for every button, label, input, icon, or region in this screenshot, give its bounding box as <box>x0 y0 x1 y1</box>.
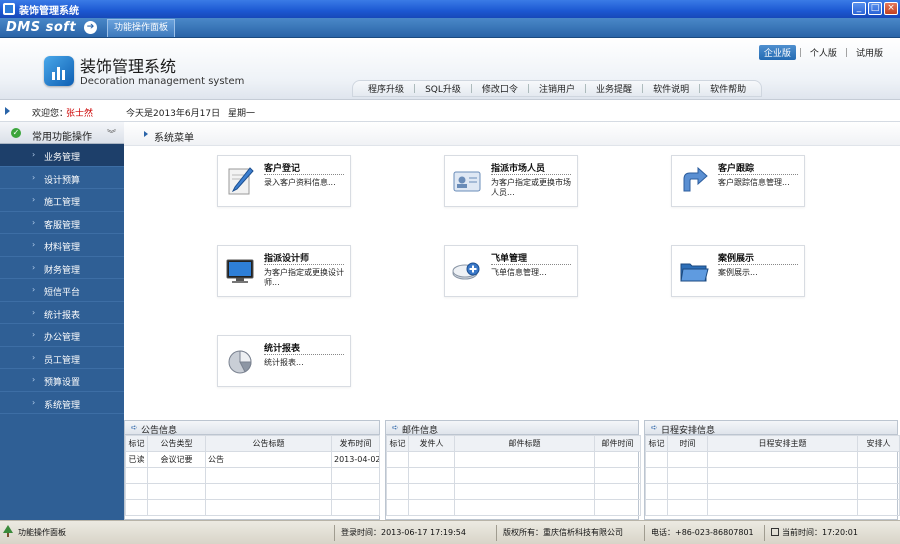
brand-logo: DMS soft <box>6 20 77 35</box>
sidebar-item-business[interactable]: › 业务管理 <box>0 144 124 167</box>
id-card-icon <box>453 171 481 192</box>
close-button[interactable]: × <box>884 2 898 15</box>
disk-add-icon <box>452 262 480 280</box>
menu-change-password[interactable]: 修改口令 <box>473 82 527 95</box>
bullet-icon: › <box>32 262 36 272</box>
pie-chart-icon <box>228 350 252 374</box>
maximize-button[interactable]: □ <box>868 2 882 15</box>
edition-trial[interactable]: 试用版 <box>851 45 888 60</box>
app-logo-icon <box>44 56 74 86</box>
card-customer-registration[interactable]: 客户登记 录入客户资料信息... <box>217 155 351 207</box>
sidebar-item-budget-settings[interactable]: › 预算设置 <box>0 369 124 392</box>
folder-icon <box>680 263 709 282</box>
arrow-right-icon[interactable]: ➔ <box>84 21 97 34</box>
minimize-button[interactable]: _ <box>852 2 866 15</box>
bullet-icon: › <box>32 172 36 182</box>
app-title: 装饰管理系统 <box>80 57 177 76</box>
arrow-right-icon: ➪ <box>651 423 658 432</box>
main-header: 系统菜单 <box>124 122 900 146</box>
edition-personal[interactable]: 个人版 <box>805 45 842 60</box>
status-phone: 电话：+86-023-86807801 <box>644 525 754 541</box>
card-statistics-report[interactable]: 统计报表 统计报表... <box>217 335 351 387</box>
bullet-icon: › <box>32 397 36 407</box>
bullet-icon: › <box>32 240 36 249</box>
current-date: 今天是2013年6月17日 <box>126 109 221 119</box>
arrow-icon <box>683 166 708 192</box>
bullet-icon: › <box>32 375 36 384</box>
clock-icon <box>771 528 779 536</box>
card-assign-designer[interactable]: 指派设计师 为客户指定或更换设计师... <box>217 245 351 297</box>
info-panels: ➪ 公告信息 标记 公告类型 公告标题 发布时间 已读 会议记要 公告 2013-04-02 … <box>124 420 900 520</box>
notice-panel-title: 公告信息 <box>141 426 178 436</box>
app-icon <box>3 3 15 15</box>
schedule-panel-title: 日程安排信息 <box>661 426 716 436</box>
menu-software-help[interactable]: 软件帮助 <box>701 82 755 95</box>
welcome-bar: 欢迎您： 张士然 今天是2013年6月17日 星期一 <box>0 100 900 122</box>
bullet-icon: › <box>32 217 36 227</box>
card-flying-order[interactable]: 飞单管理 飞单信息管理... <box>444 245 578 297</box>
mail-panel: ➪ 邮件信息 标记 发件人 邮件标题 邮件时间 <box>385 420 641 520</box>
mail-panel-title: 邮件信息 <box>402 426 439 436</box>
chevron-down-icon[interactable]: ︾ <box>107 127 116 140</box>
sidebar-item-system[interactable]: › 系统管理 <box>0 392 124 414</box>
main-title: 系统菜单 <box>154 133 194 144</box>
status-current-time: 当前时间：17:20:01 <box>764 525 858 541</box>
sidebar-item-construction[interactable]: › 施工管理 <box>0 189 124 212</box>
status-copyright: 版权所有：重庆信析科技有限公司 <box>496 525 623 541</box>
menu-logout[interactable]: 注销用户 <box>530 82 584 95</box>
schedule-table: 标记 时间 日程安排主题 安排人 <box>645 435 900 516</box>
window-title: 装饰管理系统 <box>19 6 79 17</box>
status-panel-name: 功能操作面板 <box>18 528 66 537</box>
bullet-icon: › <box>32 150 36 159</box>
table-row[interactable]: 已读 会议记要 公告 2013-04-02 <box>125 451 380 468</box>
sidebar-item-staff[interactable]: › 员工管理 <box>0 347 124 369</box>
arrow-right-icon: ➪ <box>131 423 138 432</box>
arrow-right-icon: ➪ <box>392 423 399 432</box>
play-arrow-icon <box>144 131 148 137</box>
sidebar-item-customer-service[interactable]: › 客服管理 <box>0 212 124 234</box>
notice-table: 标记 公告类型 公告标题 发布时间 已读 会议记要 公告 2013-04-02 <box>125 435 380 516</box>
welcome-label: 欢迎您： <box>32 109 69 119</box>
sidebar-item-design-budget[interactable]: › 设计预算 <box>0 167 124 189</box>
status-login-time: 登录时间：2013-06-17 17:19:54 <box>334 525 466 541</box>
sidebar-item-reports[interactable]: › 统计报表 <box>0 302 124 324</box>
sidebar: ✓ 常用功能操作 ︾ › 业务管理 › 设计预算 › 施工管理 › 客服管理 › 材料管理… <box>0 122 124 520</box>
menu-software-info[interactable]: 软件说明 <box>644 82 698 95</box>
card-assign-marketing[interactable]: 指派市场人员 为客户指定或更换市场人员... <box>444 155 578 207</box>
tab-function-panel[interactable]: 功能操作面板 <box>107 19 176 37</box>
current-weekday: 星期一 <box>228 109 256 119</box>
menu-program-upgrade[interactable]: 程序升级 <box>359 82 413 95</box>
edition-enterprise[interactable]: 企业版 <box>758 45 796 60</box>
schedule-panel: ➪ 日程安排信息 标记 时间 日程安排主题 安排人 <box>644 420 900 520</box>
bullet-icon: › <box>32 285 36 294</box>
menu-sql-upgrade[interactable]: SQL升级 <box>416 82 470 95</box>
bullet-icon: › <box>32 330 36 339</box>
edition-switcher: 企业版 | 个人版 | 试用版 <box>758 45 888 60</box>
sidebar-header[interactable]: ✓ 常用功能操作 ︾ <box>0 122 124 144</box>
check-circle-icon: ✓ <box>11 128 21 138</box>
card-case-showcase[interactable]: 案例展示 案例展示... <box>671 245 805 297</box>
sidebar-item-materials[interactable]: › 材料管理 <box>0 234 124 257</box>
menu-business-reminder[interactable]: 业务提醒 <box>587 82 641 95</box>
play-arrow-icon <box>5 107 10 115</box>
current-user: 张士然 <box>66 109 94 119</box>
bullet-icon: › <box>32 195 36 204</box>
sidebar-item-sms[interactable]: › 短信平台 <box>0 279 124 302</box>
status-bar: 功能操作面板 登录时间：2013-06-17 17:19:54 版权所有：重庆信… <box>0 520 900 544</box>
bullet-icon: › <box>32 352 36 362</box>
window-titlebar: 装饰管理系统 _ □ × <box>0 0 900 18</box>
app-subtitle: Decoration management system <box>80 76 245 87</box>
sidebar-item-office[interactable]: › 办公管理 <box>0 324 124 347</box>
pen-paper-icon <box>228 167 254 195</box>
bullet-icon: › <box>32 307 36 317</box>
top-menu: 程序升级 | SQL升级 | 修改口令 | 注销用户 | 业务提醒 | 软件说明 | 软件帮… <box>352 80 763 97</box>
main-panel: 系统菜单 客户登记 录入客户资料信息... 指派市场人员 为客户指定或更换市场人… <box>124 122 900 420</box>
sidebar-item-finance[interactable]: › 财务管理 <box>0 257 124 279</box>
notice-panel: ➪ 公告信息 标记 公告类型 公告标题 发布时间 已读 会议记要 公告 2013-04-02 <box>124 420 380 520</box>
card-customer-tracking[interactable]: 客户跟踪 客户跟踪信息管理... <box>671 155 805 207</box>
sidebar-header-label: 常用功能操作 <box>32 132 92 143</box>
monitor-icon <box>226 259 254 283</box>
tab-strip: DMS soft ➔ 功能操作面板 <box>0 18 900 38</box>
mail-table: 标记 发件人 邮件标题 邮件时间 <box>386 435 641 516</box>
